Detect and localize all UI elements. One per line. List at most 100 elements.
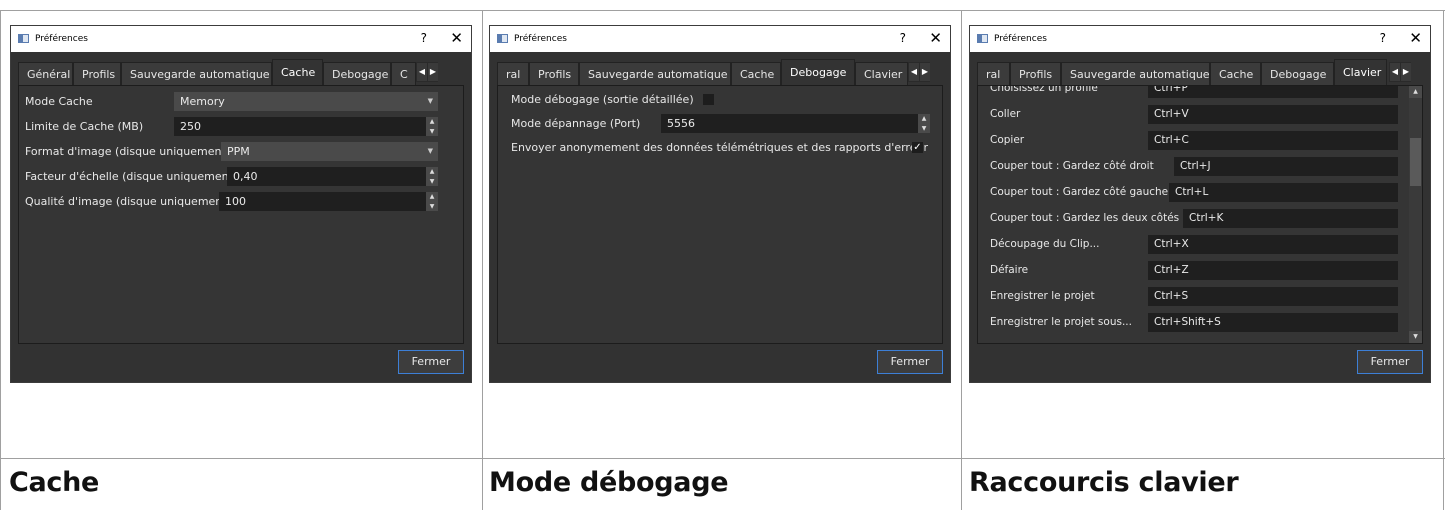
spin-up-icon[interactable]: ▲: [918, 114, 930, 123]
limite-cache-input[interactable]: 250 ▲ ▼: [174, 117, 438, 136]
grid-line-col2: [482, 10, 483, 510]
tab-sauvegarde[interactable]: Sauvegarde automatique: [1061, 62, 1210, 85]
tab-clavier[interactable]: Clavier: [855, 62, 908, 85]
spinbox-arrows[interactable]: ▲ ▼: [918, 114, 930, 133]
tab-debogage[interactable]: Debogage: [781, 59, 855, 85]
facteur-echelle-input[interactable]: 0,40 ▲ ▼: [227, 167, 438, 186]
debug-mode-label: Mode débogage (sortie détaillée): [511, 93, 694, 106]
help-button[interactable]: ?: [421, 31, 427, 45]
mode-cache-value: Memory: [180, 95, 225, 108]
shortcut-row: Coller Ctrl+V: [978, 103, 1409, 127]
tab-debogage[interactable]: Debogage: [1261, 62, 1334, 85]
shortcut-input[interactable]: Ctrl+C: [1148, 131, 1398, 150]
shortcut-row: Couper tout : Gardez côté droit Ctrl+J: [978, 155, 1409, 179]
shortcut-input[interactable]: Ctrl+K: [1183, 209, 1398, 228]
port-value: 5556: [667, 117, 695, 130]
window-titlebar: Préférences ? ✕: [490, 26, 950, 52]
shortcut-label: Enregistrer le projet: [990, 290, 1095, 302]
tab-profils[interactable]: Profils: [1010, 62, 1061, 85]
preferences-window-debogage: Préférences ? ✕ ral Profils Sauvegarde a…: [489, 25, 951, 383]
tab-general[interactable]: Général: [18, 62, 73, 85]
spin-down-icon[interactable]: ▼: [426, 127, 438, 136]
spin-down-icon[interactable]: ▼: [918, 124, 930, 133]
spin-up-icon[interactable]: ▲: [426, 167, 438, 176]
chevron-down-icon: ▼: [427, 97, 433, 105]
shortcut-label: Couper tout : Gardez les deux côtés: [990, 212, 1180, 224]
qualite-image-input[interactable]: 100 ▲ ▼: [219, 192, 438, 211]
scroll-down-icon[interactable]: ▼: [1409, 331, 1422, 343]
tab-general-partial[interactable]: ral: [977, 62, 1010, 85]
tab-scroll-right-icon[interactable]: ▶: [920, 63, 930, 81]
close-icon[interactable]: ✕: [929, 29, 942, 47]
shortcut-input[interactable]: Ctrl+P: [1148, 86, 1398, 98]
grid-line-left: [0, 10, 1, 510]
shortcut-input[interactable]: Ctrl+J: [1174, 157, 1398, 176]
shortcut-row: Couper tout : Gardez côté gauche Ctrl+L: [978, 181, 1409, 205]
tab-bar: ral Profils Sauvegarde automatique Cache…: [977, 59, 1423, 85]
help-button[interactable]: ?: [900, 31, 906, 45]
tab-cache[interactable]: Cache: [1210, 62, 1261, 85]
fermer-button[interactable]: Fermer: [398, 350, 464, 374]
spin-up-icon[interactable]: ▲: [426, 192, 438, 201]
tab-profils[interactable]: Profils: [73, 62, 121, 85]
preferences-window-cache: Préférences ? ✕ Général Profils Sauvegar…: [10, 25, 472, 383]
tab-scroll-left-icon[interactable]: ◀: [909, 63, 919, 81]
facteur-echelle-label: Facteur d'échelle (disque uniquement): [25, 170, 238, 183]
shortcut-input[interactable]: Ctrl+Z: [1148, 261, 1398, 280]
shortcut-input[interactable]: Ctrl+V: [1148, 105, 1398, 124]
close-icon[interactable]: ✕: [1409, 29, 1422, 47]
qualite-image-label: Qualité d'image (disque uniquement): [25, 195, 231, 208]
chevron-down-icon: ▼: [427, 147, 433, 155]
spinbox-arrows[interactable]: ▲ ▼: [426, 192, 438, 211]
shortcut-row: Copier Ctrl+C: [978, 129, 1409, 153]
shortcut-input[interactable]: Ctrl+S: [1148, 287, 1398, 306]
app-icon: [977, 34, 988, 43]
shortcut-label: Couper tout : Gardez côté gauche: [990, 186, 1169, 198]
close-icon[interactable]: ✕: [450, 29, 463, 47]
telemetry-checkbox[interactable]: ✓: [912, 142, 923, 153]
port-input[interactable]: 5556 ▲ ▼: [661, 114, 930, 133]
facteur-echelle-value: 0,40: [233, 170, 258, 183]
tab-scroll-right-icon[interactable]: ▶: [1401, 63, 1411, 81]
grid-line-top: [0, 10, 1445, 11]
tab-bar: Général Profils Sauvegarde automatique C…: [18, 59, 464, 85]
app-icon: [18, 34, 29, 43]
tab-scroll-right-icon[interactable]: ▶: [428, 63, 438, 81]
scroll-up-icon[interactable]: ▲: [1409, 86, 1422, 98]
tab-cache[interactable]: Cache: [272, 59, 323, 85]
tab-profils[interactable]: Profils: [529, 62, 579, 85]
caption-debogage: Mode débogage: [489, 467, 729, 498]
tab-general-partial[interactable]: ral: [497, 62, 529, 85]
telemetry-label: Envoyer anonymement des données télémétr…: [511, 141, 928, 154]
fermer-button[interactable]: Fermer: [877, 350, 943, 374]
scrollbar-thumb[interactable]: [1410, 138, 1421, 186]
tab-sauvegarde[interactable]: Sauvegarde automatique: [579, 62, 731, 85]
tab-sauvegarde[interactable]: Sauvegarde automatique: [121, 62, 272, 85]
shortcut-input[interactable]: Ctrl+Shift+S: [1148, 313, 1398, 332]
tab-scroll-left-icon[interactable]: ◀: [417, 63, 427, 81]
spinbox-arrows[interactable]: ▲ ▼: [426, 167, 438, 186]
debug-mode-checkbox[interactable]: [703, 94, 714, 105]
help-button[interactable]: ?: [1380, 31, 1386, 45]
mode-cache-select[interactable]: Memory ▼: [174, 92, 438, 111]
spin-up-icon[interactable]: ▲: [426, 117, 438, 126]
shortcut-input[interactable]: Ctrl+L: [1169, 183, 1398, 202]
preferences-window-clavier: Préférences ? ✕ ral Profils Sauvegarde a…: [969, 25, 1431, 383]
spinbox-arrows[interactable]: ▲ ▼: [426, 117, 438, 136]
tab-clavier-partial[interactable]: C: [391, 62, 416, 85]
shortcut-input[interactable]: Ctrl+X: [1148, 235, 1398, 254]
shortcut-row: Défaire Ctrl+Z: [978, 259, 1409, 283]
tab-cache[interactable]: Cache: [731, 62, 781, 85]
shortcut-label: Copier: [990, 134, 1025, 146]
window-title: Préférences: [35, 34, 88, 44]
window-title: Préférences: [994, 34, 1047, 44]
fermer-button[interactable]: Fermer: [1357, 350, 1423, 374]
spin-down-icon[interactable]: ▼: [426, 177, 438, 186]
tab-clavier[interactable]: Clavier: [1334, 59, 1387, 85]
tab-debogage[interactable]: Debogage: [323, 62, 391, 85]
spin-down-icon[interactable]: ▼: [426, 202, 438, 211]
tab-scroll-left-icon[interactable]: ◀: [1390, 63, 1400, 81]
vertical-scrollbar[interactable]: ▲ ▼: [1409, 86, 1422, 343]
format-image-select[interactable]: PPM ▼: [221, 142, 438, 161]
shortcut-label: Défaire: [990, 264, 1029, 276]
